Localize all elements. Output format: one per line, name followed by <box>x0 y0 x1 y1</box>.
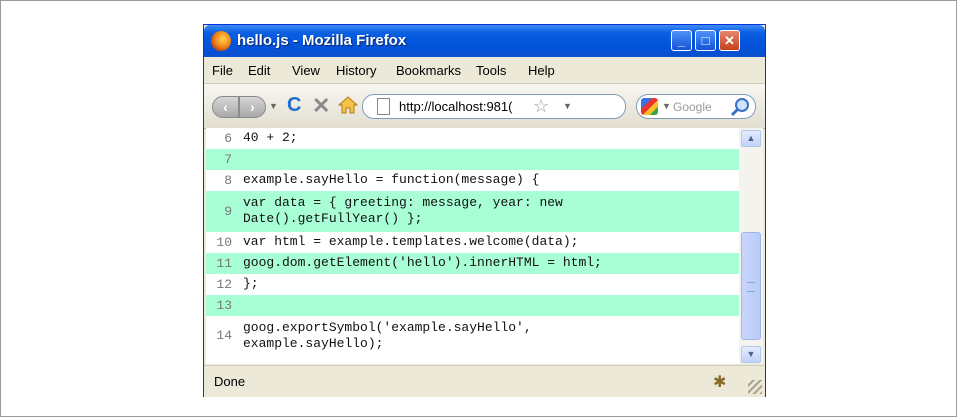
line-number: 11 <box>216 256 232 271</box>
scrollbar-thumb[interactable] <box>741 232 761 340</box>
vertical-scrollbar[interactable]: ▲ ▼ <box>739 128 763 364</box>
menu-bookmarks[interactable]: Bookmarks <box>396 63 461 78</box>
search-icon[interactable] <box>729 97 753 117</box>
code-line: 9 var data = { greeting: message, year: n… <box>206 191 739 232</box>
menu-edit[interactable]: Edit <box>248 63 270 78</box>
line-number: 6 <box>224 131 232 146</box>
page-icon <box>377 98 390 115</box>
forward-button[interactable]: › <box>239 96 266 118</box>
window-title: hello.js - Mozilla Firefox <box>237 32 407 49</box>
code-text: var data = { greeting: message, year: ne… <box>243 195 563 226</box>
line-number: 14 <box>216 328 232 343</box>
home-icon[interactable] <box>338 96 358 114</box>
line-number: 9 <box>224 204 232 219</box>
code-line: 6 40 + 2; <box>206 128 739 149</box>
browser-window: hello.js - Mozilla Firefox _ □ ✕ File Ed… <box>203 24 766 397</box>
search-input[interactable]: Google <box>673 100 717 114</box>
minimize-button[interactable]: _ <box>671 30 692 51</box>
scroll-up-icon[interactable]: ▲ <box>741 130 761 147</box>
code-line: 7 <box>206 149 739 170</box>
menu-help[interactable]: Help <box>528 63 555 78</box>
menu-bar: File Edit View History Bookmarks Tools H… <box>204 59 765 81</box>
firebug-icon[interactable]: ✱ <box>713 372 726 392</box>
code-line: 10 var html = example.templates.welcome(d… <box>206 232 739 253</box>
back-button[interactable]: ‹ <box>212 96 239 118</box>
title-bar[interactable]: hello.js - Mozilla Firefox _ □ ✕ <box>204 25 765 57</box>
code-text: goog.exportSymbol('example.sayHello', ex… <box>243 320 532 351</box>
bookmark-star-icon[interactable]: ☆ <box>533 96 549 117</box>
stop-icon[interactable]: ✕ <box>312 93 330 119</box>
navigation-toolbar: ‹ › ▼ C ✕ http://localhost:981( ☆ ▼ ▼ Go… <box>204 83 765 129</box>
page-content: 6 40 + 2; 7 8 example.sayHello = function(me… <box>206 128 739 364</box>
url-dropdown-icon[interactable]: ▼ <box>563 101 572 111</box>
line-number: 12 <box>216 277 232 292</box>
line-number: 8 <box>224 173 232 188</box>
code-text: }; <box>243 276 259 291</box>
menu-view[interactable]: View <box>292 63 320 78</box>
code-line: 14 goog.exportSymbol('example.sayHello', … <box>206 316 739 356</box>
status-text: Done <box>214 374 246 389</box>
google-engine-icon[interactable] <box>641 98 658 115</box>
maximize-button[interactable]: □ <box>695 30 716 51</box>
url-bar[interactable]: http://localhost:981( ☆ ▼ <box>362 94 626 119</box>
code-text: var html = example.templates.welcome(dat… <box>243 234 579 249</box>
line-number: 10 <box>216 235 232 250</box>
reload-icon[interactable]: C <box>287 94 301 117</box>
code-text: example.sayHello = function(message) { <box>243 172 540 187</box>
menu-history[interactable]: History <box>336 63 376 78</box>
search-bar[interactable]: ▼ Google <box>636 94 756 119</box>
code-line: 8 example.sayHello = function(message) { <box>206 170 739 191</box>
line-number: 13 <box>216 298 232 313</box>
resize-grip-icon[interactable] <box>748 380 762 394</box>
code-text: 40 + 2; <box>243 130 298 145</box>
close-button[interactable]: ✕ <box>719 30 740 51</box>
search-engine-dropdown-icon[interactable]: ▼ <box>662 101 671 111</box>
menu-file[interactable]: File <box>212 63 233 78</box>
menu-tools[interactable]: Tools <box>476 63 506 78</box>
code-line: 13 <box>206 295 739 316</box>
line-number: 7 <box>224 152 232 167</box>
code-line: 11 goog.dom.getElement('hello').innerHTML… <box>206 253 739 274</box>
url-input[interactable]: http://localhost:981( <box>399 99 527 114</box>
scroll-down-icon[interactable]: ▼ <box>741 346 761 363</box>
firefox-logo-icon <box>211 31 231 51</box>
code-line: 12}; <box>206 274 739 295</box>
code-text: goog.dom.getElement('hello').innerHTML =… <box>243 255 602 270</box>
grip-icon <box>747 282 755 292</box>
history-dropdown-icon[interactable]: ▼ <box>269 101 278 111</box>
status-bar: Done ✱ <box>204 365 765 397</box>
